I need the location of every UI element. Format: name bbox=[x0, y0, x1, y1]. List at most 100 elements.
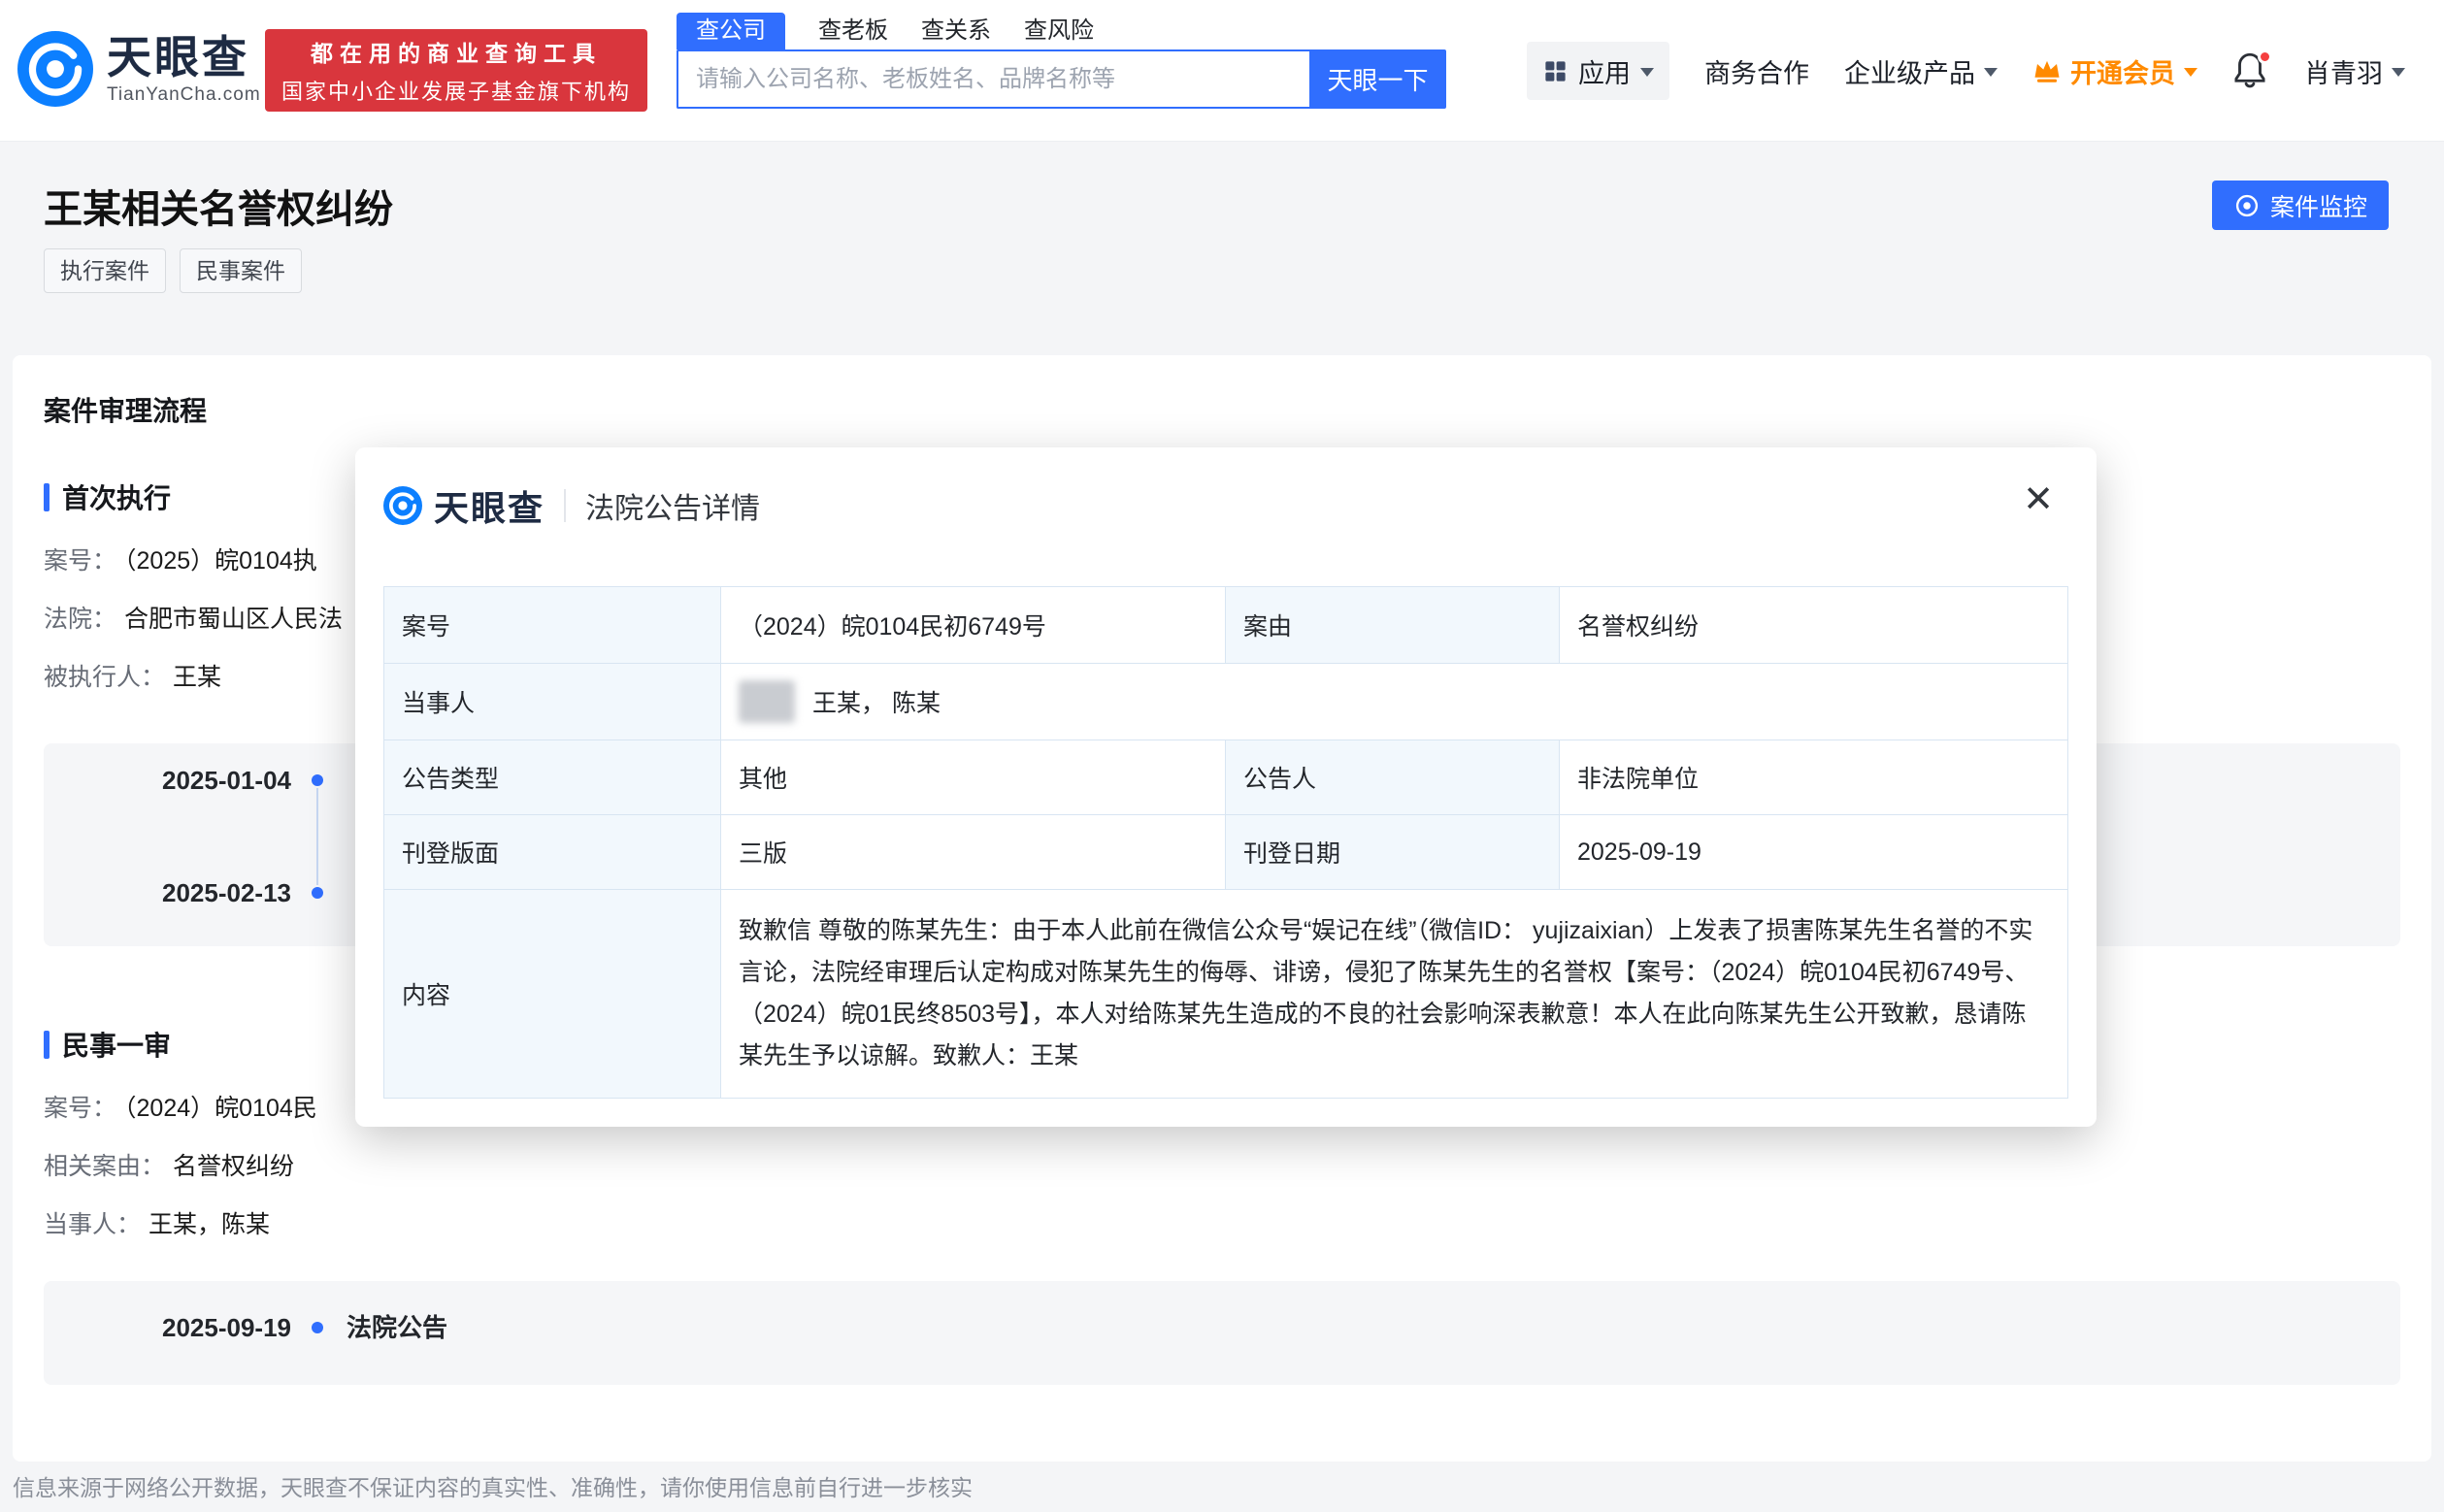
case-no-value: （2024）皖0104民初6749号 bbox=[721, 587, 1226, 664]
header-nav: 应用 商务合作 企业级产品 开通会员 bbox=[1527, 0, 2405, 142]
publish-page-value: 三版 bbox=[721, 815, 1226, 890]
footer-disclaimer: 信息来源于网络公开数据，天眼查不保证内容的真实性、准确性，请你使用信息前自行进一… bbox=[13, 1469, 973, 1502]
tab-boss[interactable]: 查老板 bbox=[818, 13, 888, 49]
notification-bell[interactable] bbox=[2232, 50, 2269, 91]
user-menu[interactable]: 肖青羽 bbox=[2304, 52, 2405, 90]
table-row: 公告类型 其他 公告人 非法院单位 bbox=[384, 740, 2068, 815]
notification-dot bbox=[2258, 49, 2272, 64]
case-name: 首次执行 bbox=[62, 477, 171, 516]
field-label: 法院： bbox=[44, 606, 116, 633]
content-label: 内容 bbox=[384, 890, 721, 1099]
case-field: 被执行人： 王某 bbox=[44, 662, 221, 693]
promo-line1: 都在用的商业查询工具 bbox=[311, 35, 602, 68]
case-field: 相关案由： 名誉权纠纷 bbox=[44, 1151, 294, 1182]
nav-vip[interactable]: 开通会员 bbox=[2032, 52, 2197, 90]
table-row: 内容 致歉信 尊敬的陈某先生：由于本人此前在微信公众号“娱记在线”（微信ID： … bbox=[384, 890, 2068, 1099]
tab-relationship[interactable]: 查关系 bbox=[921, 13, 991, 49]
case-monitor-label: 案件监控 bbox=[2270, 188, 2367, 223]
cause-value: 名誉权纠纷 bbox=[1560, 587, 2068, 664]
timeline-dot bbox=[312, 887, 323, 899]
modal-title: 法院公告详情 bbox=[585, 484, 760, 527]
announcement-type-label: 公告类型 bbox=[384, 740, 721, 815]
publish-date-label: 刊登日期 bbox=[1226, 815, 1560, 890]
case-field: 法院： 合肥市蜀山区人民法 bbox=[44, 604, 343, 635]
search-row: 天眼一下 bbox=[677, 49, 1446, 109]
table-row: 案号 （2024）皖0104民初6749号 案由 名誉权纠纷 bbox=[384, 587, 2068, 664]
search-area: 查公司 查老板 查关系 查风险 天眼一下 bbox=[677, 13, 1446, 109]
field-label: 相关案由： bbox=[44, 1153, 165, 1180]
field-label: 案号： bbox=[44, 547, 116, 575]
timeline-date: 2025-09-19 bbox=[44, 1313, 291, 1342]
nav-vip-label: 开通会员 bbox=[2070, 52, 2175, 90]
nav-enterprise-label: 企业级产品 bbox=[1844, 52, 1975, 90]
timeline-event-court-announcement[interactable]: 法院公告 bbox=[347, 1313, 447, 1342]
party-value: 王某， 陈某 bbox=[812, 684, 941, 719]
tab-company[interactable]: 查公司 bbox=[677, 13, 785, 49]
tag-execution-case: 执行案件 bbox=[44, 248, 166, 293]
tianyancha-logo-icon bbox=[17, 31, 93, 107]
tianyancha-app: 天眼查 TianYanCha.com 都在用的商业查询工具 国家中小企业发展子基… bbox=[0, 0, 2444, 1512]
modal-brand: 天眼查 bbox=[434, 480, 545, 531]
crown-icon bbox=[2032, 58, 2062, 84]
case-tags: 执行案件 民事案件 bbox=[44, 248, 302, 293]
tag-civil-case: 民事案件 bbox=[180, 248, 302, 293]
publish-page-label: 刊登版面 bbox=[384, 815, 721, 890]
court-announcement-modal: 天眼查 法院公告详情 ✕ 案号 （2024）皖0104民初6749号 案由 名誉… bbox=[355, 447, 2097, 1127]
announcement-type-value: 其他 bbox=[721, 740, 1226, 815]
nav-cooperation[interactable]: 商务合作 bbox=[1704, 52, 1809, 90]
field-value: 名誉权纠纷 bbox=[173, 1153, 294, 1180]
chevron-down-icon bbox=[2392, 68, 2405, 77]
nav-enterprise[interactable]: 企业级产品 bbox=[1844, 52, 1998, 90]
case-field: 当事人：王某，陈某 bbox=[44, 1209, 270, 1240]
announcer-value: 非法院单位 bbox=[1560, 740, 2068, 815]
chevron-down-icon bbox=[1984, 68, 1998, 77]
cause-label: 案由 bbox=[1226, 587, 1560, 664]
apps-grid-icon bbox=[1542, 58, 1569, 84]
logo-brand: 天眼查 bbox=[107, 32, 261, 82]
timeline-civil-first-instance: 2025-09-19 法院公告 bbox=[44, 1281, 2400, 1385]
publish-date-value: 2025-09-19 bbox=[1560, 815, 2068, 890]
announcement-table: 案号 （2024）皖0104民初6749号 案由 名誉权纠纷 当事人 王某， 陈… bbox=[383, 586, 2068, 1099]
close-icon[interactable]: ✕ bbox=[2023, 480, 2054, 519]
field-value: （2024）皖0104民 bbox=[124, 1095, 317, 1122]
header: 天眼查 TianYanCha.com 都在用的商业查询工具 国家中小企业发展子基… bbox=[0, 0, 2444, 142]
content-value: 致歉信 尊敬的陈某先生：由于本人此前在微信公众号“娱记在线”（微信ID： yuj… bbox=[721, 890, 2068, 1099]
chevron-down-icon bbox=[2184, 68, 2197, 77]
timeline-date: 2025-01-04 bbox=[44, 766, 291, 795]
case-field: 案号： （2025）皖0104执 bbox=[44, 545, 317, 576]
promo-line2: 国家中小企业发展子基金旗下机构 bbox=[281, 75, 631, 106]
logo-domain: TianYanCha.com bbox=[107, 84, 261, 106]
party-label: 当事人 bbox=[384, 664, 721, 740]
site-logo[interactable]: 天眼查 TianYanCha.com bbox=[17, 31, 261, 107]
search-input[interactable] bbox=[677, 49, 1309, 109]
field-value: 王某 bbox=[173, 664, 221, 691]
field-label: 案号： bbox=[44, 1095, 116, 1122]
blue-bar bbox=[44, 1031, 50, 1059]
search-tabs: 查公司 查老板 查关系 查风险 bbox=[677, 13, 1446, 49]
timeline-dot bbox=[312, 1322, 323, 1333]
modal-header: 天眼查 法院公告详情 bbox=[383, 480, 760, 531]
monitor-eye-icon bbox=[2233, 192, 2261, 219]
case-field: 案号： （2024）皖0104民 bbox=[44, 1093, 317, 1124]
field-label: 被执行人： bbox=[44, 664, 165, 691]
announcer-label: 公告人 bbox=[1226, 740, 1560, 815]
username: 肖青羽 bbox=[2304, 52, 2383, 90]
field-value: 王某，陈某 bbox=[149, 1211, 270, 1238]
table-row: 刊登版面 三版 刊登日期 2025-09-19 bbox=[384, 815, 2068, 890]
party-cell: 王某， 陈某 bbox=[721, 664, 2068, 740]
chevron-down-icon bbox=[1640, 68, 1654, 77]
field-value: 合肥市蜀山区人民法 bbox=[124, 606, 343, 633]
case-name: 民事一审 bbox=[62, 1025, 171, 1064]
search-button[interactable]: 天眼一下 bbox=[1309, 49, 1446, 109]
apps-menu[interactable]: 应用 bbox=[1527, 42, 1669, 100]
field-value: （2025）皖0104执 bbox=[124, 547, 317, 575]
timeline-date: 2025-02-13 bbox=[44, 878, 291, 907]
divider bbox=[564, 489, 566, 522]
timeline-connector bbox=[316, 788, 318, 885]
logo-text: 天眼查 TianYanCha.com bbox=[107, 32, 261, 106]
timeline-dot bbox=[312, 774, 323, 786]
tab-risk[interactable]: 查风险 bbox=[1024, 13, 1094, 49]
blurred-avatar bbox=[739, 680, 795, 723]
section-title: 案件审理流程 bbox=[44, 390, 207, 429]
case-monitor-button[interactable]: 案件监控 bbox=[2212, 181, 2389, 230]
